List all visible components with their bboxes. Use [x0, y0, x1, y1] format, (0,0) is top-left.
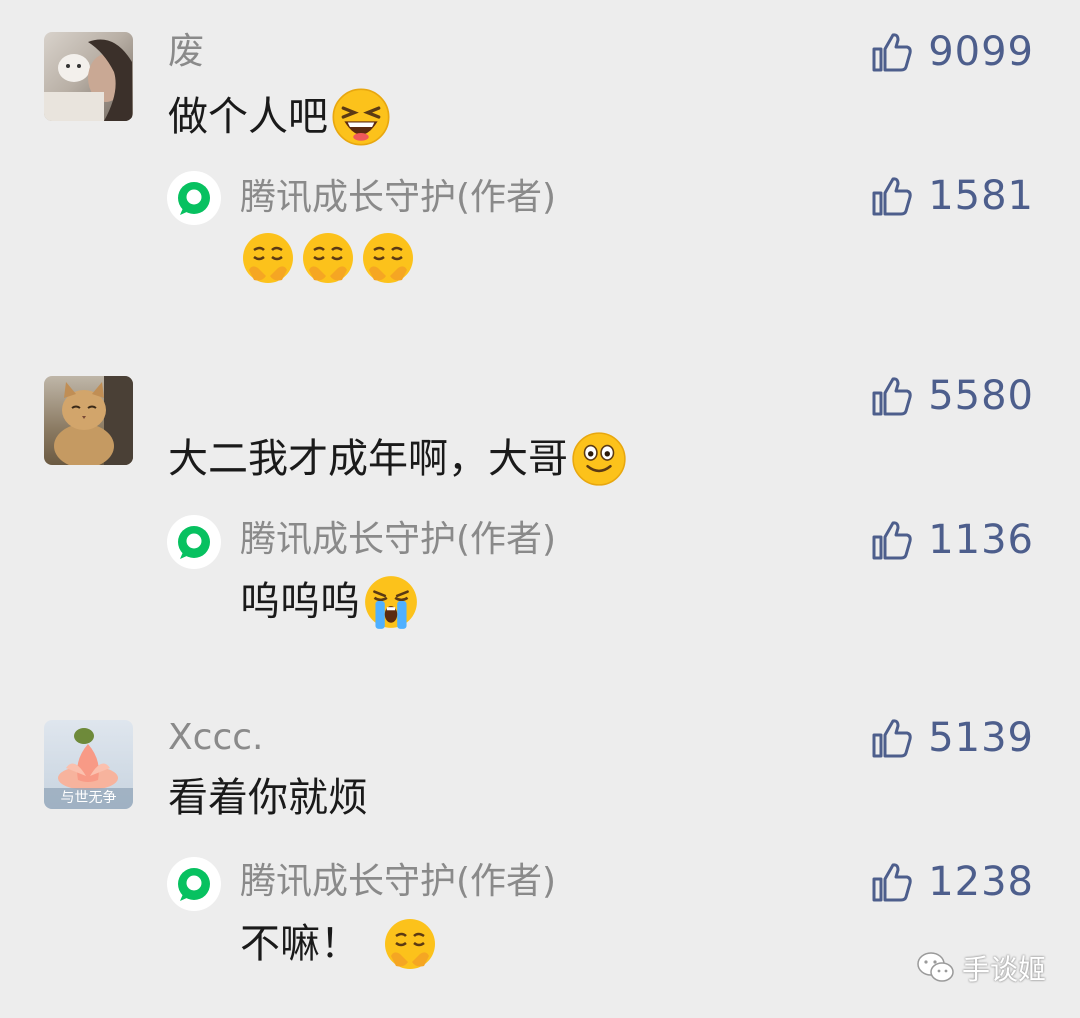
- reply-text: [240, 230, 416, 286]
- chat-bubble-icon: [167, 857, 221, 911]
- like-count: 9099: [928, 29, 1034, 75]
- thumbs-up-icon: [872, 377, 912, 416]
- like-count: 5580: [928, 373, 1034, 419]
- reply-text: 呜呜呜: [240, 572, 420, 632]
- reply-text-content: 不嘛！: [240, 921, 360, 967]
- comment-text-content: 大二我才成年啊，大哥: [168, 436, 568, 482]
- like-button[interactable]: 5139: [870, 714, 1034, 762]
- crying-face-icon: [365, 576, 417, 629]
- reply-like-button[interactable]: 1581: [870, 172, 1034, 220]
- comment-text-content: 做个人吧: [168, 94, 328, 140]
- like-count: 1581: [928, 173, 1034, 219]
- watermark-text: 手谈姬: [961, 953, 1046, 986]
- chat-bubble-icon: [167, 515, 221, 569]
- pleading-face-icon: [385, 919, 435, 969]
- comment-author[interactable]: Xccc.: [168, 716, 263, 760]
- avatar[interactable]: [44, 32, 133, 121]
- like-button[interactable]: 5580: [870, 372, 1034, 420]
- avatar-caption: 与世无争: [60, 790, 117, 806]
- avatar-image: [44, 39, 132, 121]
- chat-bubble-icon: [167, 171, 221, 225]
- like-count: 5139: [928, 715, 1034, 761]
- comment-text: 做个人吧: [168, 86, 392, 148]
- thumbs-up-icon: [872, 177, 912, 216]
- comment-text: 大二我才成年啊，大哥: [168, 430, 628, 488]
- wechat-icon: [917, 952, 954, 982]
- like-count: 1238: [928, 859, 1034, 905]
- reply-like-button[interactable]: 1136: [870, 516, 1034, 564]
- comment-author[interactable]: 废: [168, 30, 204, 74]
- avatar[interactable]: 与世无争: [44, 720, 133, 809]
- reply-author[interactable]: 腾讯成长守护(作者): [240, 176, 556, 220]
- reply-text: 不嘛！: [240, 914, 438, 974]
- pleading-face-icon: [303, 233, 353, 283]
- laughing-face-icon: [332, 88, 390, 146]
- reply-author[interactable]: 腾讯成长守护(作者): [240, 518, 556, 562]
- thumbs-up-icon: [872, 521, 912, 560]
- comment-text: 看着你就烦: [168, 775, 368, 821]
- thumbs-up-icon: [872, 863, 912, 902]
- reply-text-content: 呜呜呜: [240, 579, 360, 625]
- reply-author[interactable]: 腾讯成长守护(作者): [240, 860, 556, 904]
- pleading-face-icon: [243, 233, 293, 283]
- watermark: 手谈姬: [916, 948, 1046, 988]
- reply-like-button[interactable]: 1238: [870, 858, 1034, 906]
- like-button[interactable]: 9099: [870, 28, 1034, 76]
- thumbs-up-icon: [872, 719, 912, 758]
- pleading-face-icon: [363, 233, 413, 283]
- smiling-face-icon: [572, 432, 626, 486]
- thumbs-up-icon: [872, 33, 912, 72]
- like-count: 1136: [928, 517, 1034, 563]
- avatar-image: [54, 376, 133, 465]
- avatar[interactable]: [44, 376, 133, 465]
